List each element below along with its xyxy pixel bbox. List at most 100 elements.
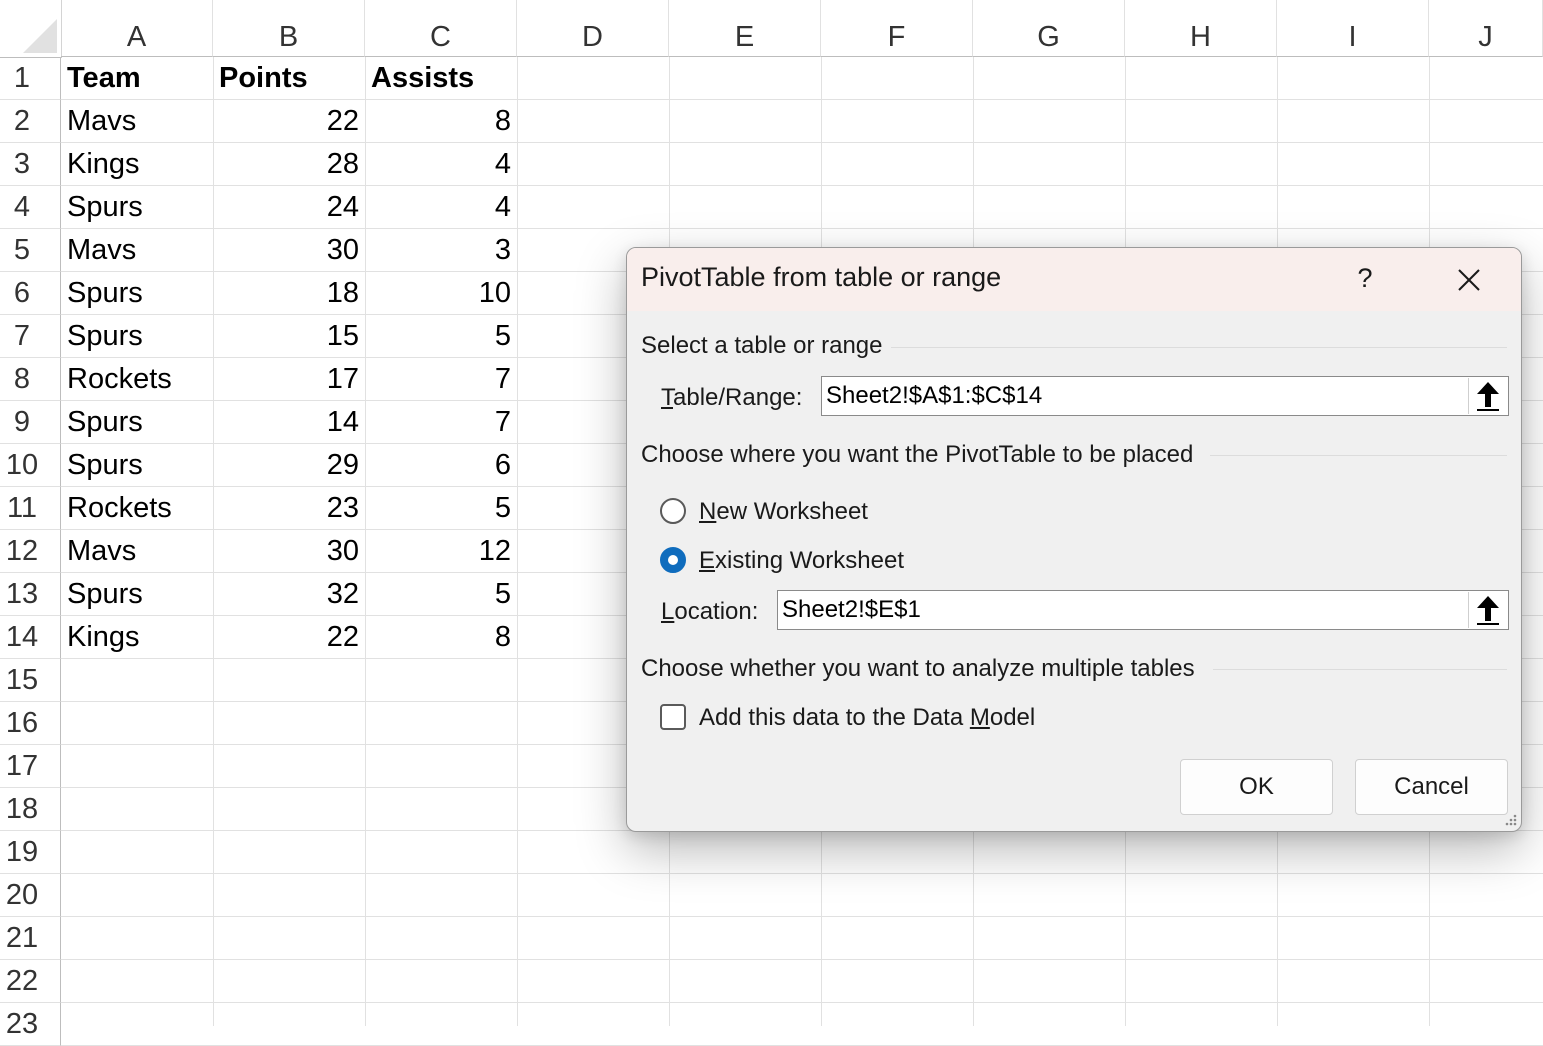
row-header-5[interactable]: 5 — [0, 229, 61, 272]
header-cell-team[interactable]: Team — [61, 57, 213, 100]
select-all-corner[interactable] — [0, 0, 62, 58]
cell-points[interactable]: 29 — [213, 444, 365, 487]
close-icon — [1458, 269, 1480, 291]
cell-assists[interactable]: 6 — [365, 444, 517, 487]
cell-assists[interactable]: 7 — [365, 358, 517, 401]
cell-points[interactable]: 14 — [213, 401, 365, 444]
row-header-11[interactable]: 11 — [0, 487, 61, 530]
row-header-17[interactable]: 17 — [0, 745, 61, 788]
table-range-collapse-button[interactable] — [1468, 378, 1507, 414]
row-header-15[interactable]: 15 — [0, 659, 61, 702]
row-header-8[interactable]: 8 — [0, 358, 61, 401]
section-divider — [891, 347, 1507, 348]
collapse-dialog-icon — [1477, 382, 1499, 411]
cell-assists[interactable]: 8 — [365, 100, 517, 143]
location-input[interactable]: Sheet2!$E$1 — [777, 590, 1509, 630]
cell-team[interactable]: Spurs — [61, 573, 213, 616]
cell-assists[interactable]: 4 — [365, 143, 517, 186]
row-header-14[interactable]: 14 — [0, 616, 61, 659]
row-header-2[interactable]: 2 — [0, 100, 61, 143]
table-range-input[interactable]: Sheet2!$A$1:$C$14 — [821, 376, 1509, 416]
ok-button[interactable]: OK — [1180, 759, 1333, 815]
row-header-6[interactable]: 6 — [0, 272, 61, 315]
cell-assists[interactable]: 12 — [365, 530, 517, 573]
cell-team[interactable]: Rockets — [61, 487, 213, 530]
data-model-label[interactable]: Add this data to the Data Model — [699, 704, 1035, 732]
cell-points[interactable]: 32 — [213, 573, 365, 616]
cell-team[interactable]: Spurs — [61, 315, 213, 358]
cell-points[interactable]: 23 — [213, 487, 365, 530]
row-header-1[interactable]: 1 — [0, 57, 61, 100]
column-header-d[interactable]: D — [517, 0, 669, 57]
cell-points[interactable]: 22 — [213, 100, 365, 143]
location-collapse-button[interactable] — [1468, 592, 1507, 628]
cell-team[interactable]: Kings — [61, 616, 213, 659]
header-cell-assists[interactable]: Assists — [365, 57, 517, 100]
collapse-dialog-icon — [1477, 596, 1499, 625]
row-header-21[interactable]: 21 — [0, 917, 61, 960]
row-header-13[interactable]: 13 — [0, 573, 61, 616]
row-header-10[interactable]: 10 — [0, 444, 61, 487]
column-header-b[interactable]: B — [213, 0, 365, 57]
cell-points[interactable]: 30 — [213, 229, 365, 272]
dialog-title: PivotTable from table or range — [641, 262, 1002, 292]
cell-team[interactable]: Spurs — [61, 444, 213, 487]
column-header-h[interactable]: H — [1125, 0, 1277, 57]
row-header-18[interactable]: 18 — [0, 788, 61, 831]
cell-points[interactable]: 24 — [213, 186, 365, 229]
new-worksheet-label[interactable]: New Worksheet — [699, 498, 868, 526]
cell-assists[interactable]: 4 — [365, 186, 517, 229]
section-select-range: Select a table or range — [641, 332, 883, 359]
cell-points[interactable]: 28 — [213, 143, 365, 186]
cell-points[interactable]: 18 — [213, 272, 365, 315]
cell-assists[interactable]: 5 — [365, 315, 517, 358]
column-header-a[interactable]: A — [61, 0, 213, 57]
cell-team[interactable]: Spurs — [61, 401, 213, 444]
row-header-4[interactable]: 4 — [0, 186, 61, 229]
cell-assists[interactable]: 7 — [365, 401, 517, 444]
cell-team[interactable]: Mavs — [61, 530, 213, 573]
cell-team[interactable]: Kings — [61, 143, 213, 186]
column-header-g[interactable]: G — [973, 0, 1125, 57]
cell-team[interactable]: Mavs — [61, 229, 213, 272]
cell-assists[interactable]: 5 — [365, 573, 517, 616]
cell-points[interactable]: 15 — [213, 315, 365, 358]
column-header-c[interactable]: C — [365, 0, 517, 57]
cell-team[interactable]: Rockets — [61, 358, 213, 401]
row-header-19[interactable]: 19 — [0, 831, 61, 874]
column-header-j[interactable]: J — [1429, 0, 1543, 57]
help-button[interactable]: ? — [1347, 260, 1383, 296]
row-header-3[interactable]: 3 — [0, 143, 61, 186]
row-header-16[interactable]: 16 — [0, 702, 61, 745]
row-header-7[interactable]: 7 — [0, 315, 61, 358]
cell-team[interactable]: Mavs — [61, 100, 213, 143]
existing-worksheet-radio[interactable] — [660, 547, 686, 573]
new-worksheet-radio[interactable] — [660, 498, 686, 524]
cancel-button[interactable]: Cancel — [1355, 759, 1508, 815]
cell-assists[interactable]: 5 — [365, 487, 517, 530]
section-divider — [1213, 669, 1507, 670]
section-divider — [1210, 455, 1507, 456]
row-header-12[interactable]: 12 — [0, 530, 61, 573]
cell-assists[interactable]: 8 — [365, 616, 517, 659]
cell-assists[interactable]: 10 — [365, 272, 517, 315]
table-range-value: Sheet2!$A$1:$C$14 — [826, 382, 1043, 409]
cell-points[interactable]: 17 — [213, 358, 365, 401]
close-button[interactable] — [1449, 260, 1489, 300]
header-cell-points[interactable]: Points — [213, 57, 365, 100]
column-header-f[interactable]: F — [821, 0, 973, 57]
row-header-9[interactable]: 9 — [0, 401, 61, 444]
row-header-22[interactable]: 22 — [0, 960, 61, 1003]
row-header-23[interactable]: 23 — [0, 1003, 61, 1046]
cell-assists[interactable]: 3 — [365, 229, 517, 272]
column-header-i[interactable]: I — [1277, 0, 1429, 57]
resize-grip-icon[interactable] — [1502, 812, 1518, 828]
cell-team[interactable]: Spurs — [61, 272, 213, 315]
existing-worksheet-label[interactable]: Existing Worksheet — [699, 547, 904, 575]
column-header-e[interactable]: E — [669, 0, 821, 57]
cell-points[interactable]: 30 — [213, 530, 365, 573]
cell-points[interactable]: 22 — [213, 616, 365, 659]
data-model-checkbox[interactable] — [660, 704, 686, 730]
cell-team[interactable]: Spurs — [61, 186, 213, 229]
row-header-20[interactable]: 20 — [0, 874, 61, 917]
